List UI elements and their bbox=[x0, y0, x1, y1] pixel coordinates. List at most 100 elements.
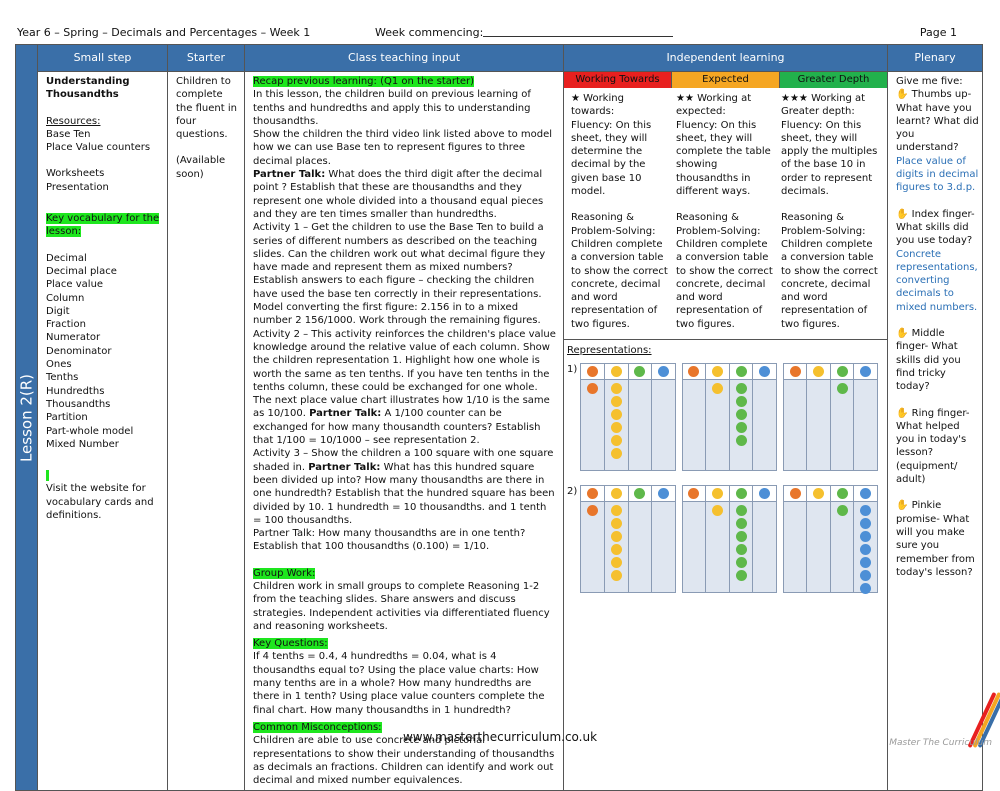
lesson-plan-table: Lesson 2(R) Small step Starter Class tea… bbox=[15, 43, 983, 791]
ones-counter-icon bbox=[587, 366, 599, 378]
vocab-item: Column bbox=[46, 292, 85, 304]
hl-marker bbox=[46, 470, 50, 482]
representation-2: 2) bbox=[567, 485, 884, 595]
wt-title: ★ Working towards: bbox=[571, 93, 624, 118]
starter-cell: Children to complete the fluent in four … bbox=[167, 70, 245, 791]
wt-fluency: Fluency: On this sheet, they will determ… bbox=[571, 119, 652, 198]
pv-chart bbox=[681, 363, 777, 472]
vocab-item: Numerator bbox=[46, 332, 101, 344]
ones-counter-icon bbox=[688, 488, 700, 500]
pv-chart bbox=[681, 485, 777, 594]
thousandths-counter-icon bbox=[657, 488, 669, 500]
hundredths-counter-icon bbox=[634, 366, 646, 378]
representation-1: 1) bbox=[567, 363, 884, 472]
teaching-p2: Show the children the third video link l… bbox=[253, 129, 553, 167]
week-commencing-label: Week commencing: bbox=[375, 26, 484, 39]
material-item: Presentation bbox=[46, 181, 109, 193]
footer-url[interactable]: www.masterthecurriculum.co.uk bbox=[0, 730, 1000, 744]
vocab-list: Decimal Decimal place Place value Column Dig… bbox=[46, 252, 164, 451]
vocab-item: Partition bbox=[46, 412, 88, 424]
tenths-counter-icon bbox=[813, 366, 825, 378]
wt-reasoning: Reasoning & Problem-Solving: Children co… bbox=[571, 212, 668, 330]
thousandths-counter-icon bbox=[657, 366, 669, 378]
level-greater-depth: Greater Depth bbox=[780, 72, 887, 88]
recap-heading: Recap previous learning: (Q1 on the star… bbox=[253, 76, 475, 87]
vocab-item: Ones bbox=[46, 359, 72, 371]
pv-chart bbox=[782, 363, 879, 472]
material-item: Worksheets bbox=[46, 168, 105, 180]
key-questions-heading: Key Questions: bbox=[253, 638, 328, 650]
pv-chart bbox=[782, 485, 879, 595]
pv-chart bbox=[580, 485, 676, 594]
ex-reasoning: Reasoning & Problem-Solving: Children co… bbox=[676, 212, 773, 330]
vocab-item: Mixed Number bbox=[46, 438, 119, 450]
tenths-counter-icon bbox=[610, 488, 622, 500]
plenary-index: ✋ Index finger- What skills did you use … bbox=[896, 208, 975, 247]
teaching-p1: In this lesson, the children build on pr… bbox=[253, 89, 531, 127]
plenary-middle: ✋ Middle finger- What skills did you fin… bbox=[896, 328, 961, 393]
key-questions-text: If 4 tenths = 0.4, 4 hundredths = 0.04, … bbox=[253, 651, 545, 716]
page-header: Year 6 – Spring – Decimals and Percentag… bbox=[15, 22, 982, 42]
plenary-pinkie: ✋ Pinkie promise- What will you make sur… bbox=[896, 500, 975, 578]
col-header-independent: Independent learning bbox=[563, 44, 888, 72]
resource-item: Base Ten bbox=[46, 128, 91, 140]
plenary-ring: ✋ Ring finger- What helped you in today'… bbox=[896, 407, 970, 486]
resource-item: Place Value counters bbox=[46, 142, 151, 154]
plenary-index-answer: Concrete representations, converting dec… bbox=[896, 248, 978, 313]
working-towards-col: ★ Working towards: Fluency: On this shee… bbox=[571, 92, 670, 331]
hundredths-counter-icon bbox=[735, 488, 747, 500]
lesson-label-cell: Lesson 2(R) bbox=[15, 43, 38, 791]
group-text: Children work in small groups to complet… bbox=[253, 580, 550, 632]
teaching-p5: Activity 2 – This activity reinforces th… bbox=[253, 328, 556, 420]
level-strip: Working Towards Expected Greater Depth bbox=[564, 72, 887, 88]
ex-title: ★★ Working at expected: bbox=[676, 93, 752, 118]
tenths-counter-icon bbox=[813, 488, 825, 500]
vocab-item: Fraction bbox=[46, 319, 86, 331]
teaching-p4: Activity 1 – Get the children to use the… bbox=[253, 222, 546, 327]
rep-number: 2) bbox=[567, 486, 578, 498]
gd-title: ★★★ Working at Greater depth: bbox=[781, 93, 866, 118]
vocab-item: Place value bbox=[46, 279, 104, 291]
vocab-item: Decimal place bbox=[46, 265, 117, 277]
plenary-thumb: ✋ Thumbs up- What have you learnt? What … bbox=[896, 89, 979, 154]
vocab-heading: Key vocabulary for the lesson: bbox=[46, 213, 160, 238]
brand-signature: Master The Curriculum bbox=[889, 738, 992, 748]
small-step-cell: Understanding Thousandths Resources: Bas… bbox=[37, 70, 168, 791]
gd-fluency: Fluency: On this sheet, they will apply … bbox=[781, 119, 878, 198]
ones-counter-icon bbox=[789, 488, 801, 500]
class-teaching-cell: Recap previous learning: (Q1 on the star… bbox=[244, 70, 564, 791]
ones-counter-icon bbox=[587, 383, 599, 395]
group-heading: Group Work: bbox=[253, 567, 316, 579]
thousandths-counter-icon bbox=[860, 366, 872, 378]
ones-counter-icon bbox=[587, 488, 599, 500]
thousandths-counter-icon bbox=[759, 488, 771, 500]
tenths-counter-icon bbox=[711, 488, 723, 500]
greater-depth-col: ★★★ Working at Greater depth: Fluency: O… bbox=[781, 92, 880, 331]
plenary-thumb-answer: Place value of digits in decimal figures… bbox=[896, 155, 979, 194]
plenary-intro: Give me five: bbox=[896, 76, 963, 87]
starter-text: Children to complete the fluent in four … bbox=[176, 76, 237, 141]
brand-logo-icon bbox=[967, 690, 1000, 749]
hundredths-counter-icon bbox=[634, 488, 646, 500]
resources-heading: Resources: bbox=[46, 115, 101, 127]
level-expected: Expected bbox=[672, 72, 780, 88]
expected-col: ★★ Working at expected: Fluency: On this… bbox=[676, 92, 775, 331]
vocab-item: Digit bbox=[46, 305, 70, 317]
hundredths-counter-icon bbox=[836, 488, 848, 500]
vocab-item: Part-whole model bbox=[46, 425, 134, 437]
col-header-small-step: Small step bbox=[37, 44, 168, 72]
col-header-plenary: Plenary bbox=[887, 44, 983, 72]
thousandths-counter-icon bbox=[860, 488, 872, 500]
doc-title: Year 6 – Spring – Decimals and Percentag… bbox=[17, 26, 311, 39]
starter-availability: (Available soon) bbox=[176, 155, 226, 180]
plenary-cell: Give me five: ✋ Thumbs up- What have you… bbox=[887, 70, 983, 791]
col-header-starter: Starter bbox=[167, 44, 245, 72]
week-commencing-line bbox=[483, 36, 673, 37]
vocab-item: Thousandths bbox=[46, 398, 111, 410]
small-step-title: Understanding Thousandths bbox=[46, 76, 130, 101]
rep-number: 1) bbox=[567, 364, 578, 376]
vocab-item: Denominator bbox=[46, 345, 112, 357]
gd-reasoning: Reasoning & Problem-Solving: Children co… bbox=[781, 212, 878, 330]
tenths-counter-icon bbox=[711, 366, 723, 378]
vocab-item: Hundredths bbox=[46, 385, 105, 397]
